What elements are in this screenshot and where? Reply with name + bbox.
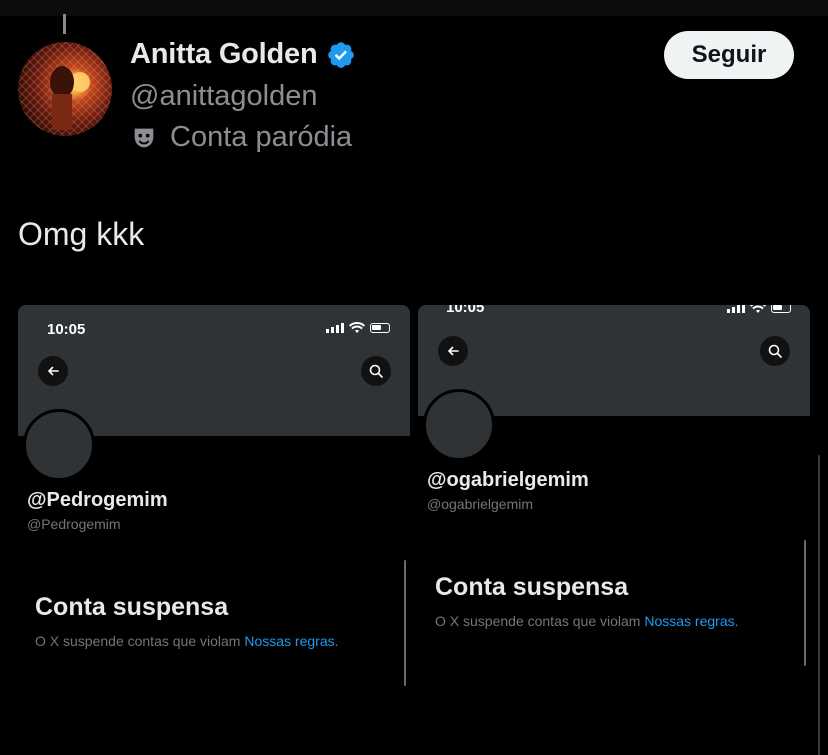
status-icons bbox=[326, 322, 390, 334]
author-display-name[interactable]: Anitta Golden bbox=[130, 38, 318, 71]
wifi-icon bbox=[750, 305, 766, 313]
suspended-title: Conta suspensa bbox=[35, 593, 229, 621]
scroll-indicator bbox=[63, 14, 66, 34]
screenshot-scrollbar-right bbox=[804, 540, 806, 666]
attached-image-2[interactable]: 10:05 @ogabrielgemim @ogabrielgemim Cont… bbox=[418, 305, 810, 705]
page-scrollbar[interactable] bbox=[818, 455, 820, 755]
search-icon bbox=[760, 336, 790, 366]
suspended-username: @ogabrielgemim bbox=[427, 469, 589, 491]
signal-icon bbox=[326, 323, 344, 333]
suspended-username: @Pedrogemim bbox=[27, 489, 168, 511]
battery-icon bbox=[771, 305, 791, 313]
parody-label-text: Conta paródia bbox=[170, 121, 353, 153]
suspended-avatar bbox=[23, 409, 95, 481]
suspended-message: O X suspende contas que violam Nossas re… bbox=[435, 613, 739, 629]
author-handle[interactable]: @anittagolden bbox=[130, 80, 317, 113]
suspended-message-text: O X suspende contas que violam bbox=[435, 613, 645, 629]
suspended-message-suffix: . bbox=[334, 633, 339, 649]
battery-icon bbox=[370, 323, 390, 333]
avatar-image bbox=[18, 42, 112, 136]
follow-button[interactable]: Seguir bbox=[664, 31, 794, 79]
author-name-row: Anitta Golden bbox=[130, 38, 356, 71]
theater-mask-icon bbox=[130, 124, 158, 152]
back-arrow-icon bbox=[438, 336, 468, 366]
search-icon bbox=[361, 356, 391, 386]
author-avatar[interactable] bbox=[18, 42, 112, 136]
suspended-avatar bbox=[423, 389, 495, 461]
status-icons bbox=[727, 305, 791, 314]
back-arrow-icon bbox=[38, 356, 68, 386]
suspended-message: O X suspende contas que violam Nossas re… bbox=[35, 633, 339, 649]
status-time: 10:05 bbox=[47, 321, 86, 338]
suspended-handle: @Pedrogemim bbox=[27, 516, 121, 532]
suspended-title: Conta suspensa bbox=[435, 573, 629, 601]
rules-link: Nossas regras bbox=[644, 613, 735, 629]
signal-icon bbox=[727, 305, 745, 313]
suspended-message-suffix: . bbox=[734, 613, 739, 629]
attached-image-1[interactable]: 10:05 @Pedrogemim @Pedrogemim Conta susp… bbox=[18, 305, 410, 705]
suspended-handle: @ogabrielgemim bbox=[427, 496, 534, 512]
parody-label: Conta paródia bbox=[130, 121, 352, 154]
screenshot-scrollbar-left bbox=[404, 560, 406, 686]
top-bar bbox=[0, 0, 828, 16]
rules-link: Nossas regras bbox=[244, 633, 335, 649]
status-time: 10:05 bbox=[446, 305, 485, 316]
post-text: Omg kkk bbox=[18, 216, 145, 252]
verified-badge-icon[interactable] bbox=[326, 40, 356, 70]
suspended-message-text: O X suspende contas que violam bbox=[35, 633, 245, 649]
wifi-icon bbox=[349, 322, 365, 333]
